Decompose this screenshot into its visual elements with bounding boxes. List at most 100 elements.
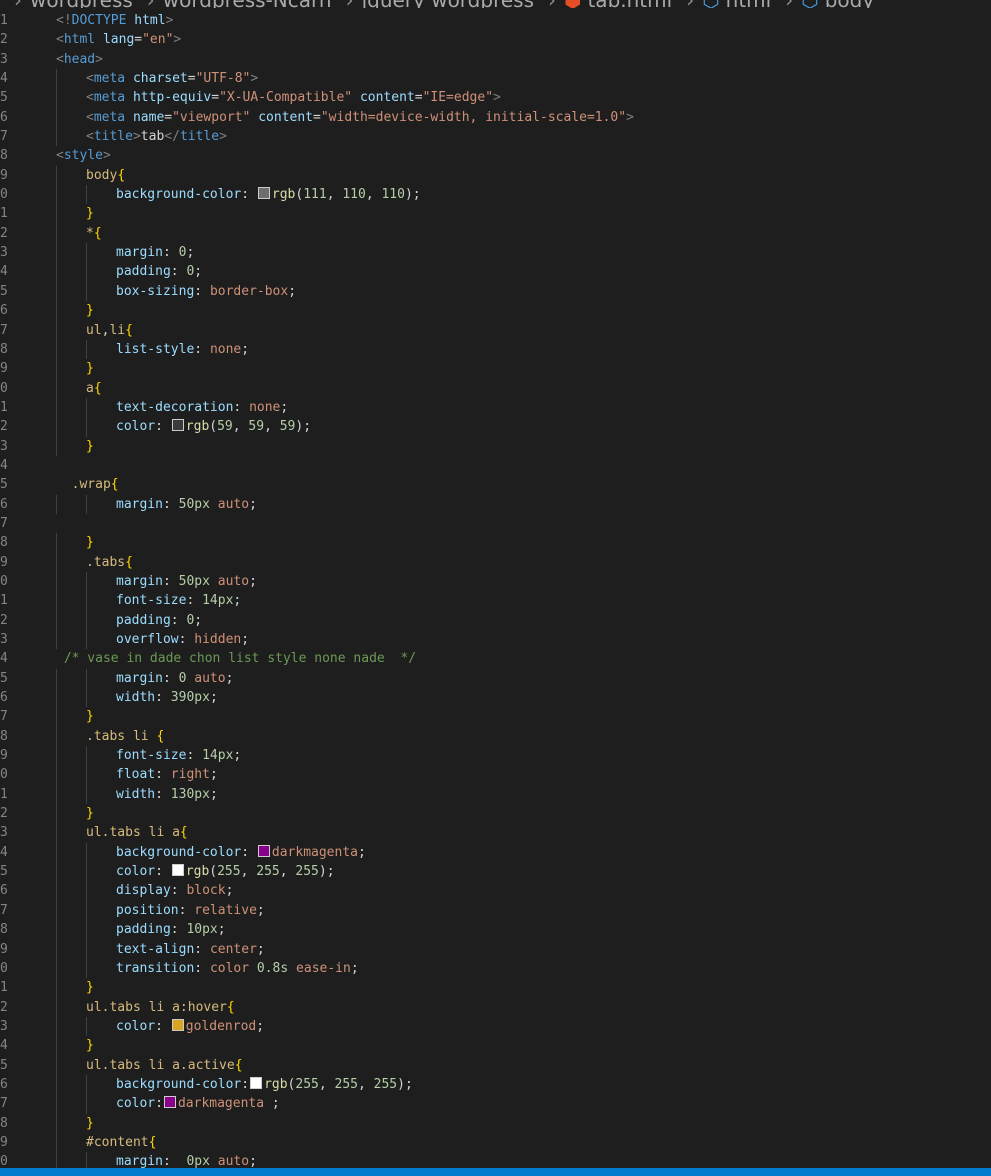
code-line[interactable]: 1 width: 130px; <box>0 784 991 805</box>
color-swatch[interactable] <box>171 419 184 432</box>
indent-guide <box>56 69 57 89</box>
code-line[interactable]: 8 padding: 10px; <box>0 920 991 940</box>
code-line[interactable]: 0 a{ <box>0 378 991 398</box>
indent-guide <box>86 1016 87 1037</box>
status-bar-item[interactable] <box>30 1168 38 1176</box>
code-line[interactable]: 3 ul.tabs li a{ <box>0 823 991 843</box>
code-line[interactable]: 2 <html lang="en"> <box>0 30 991 49</box>
code-line[interactable]: 1 font-size: 14px; <box>0 591 991 611</box>
code-line[interactable]: 5 ul.tabs li a.active{ <box>0 1055 991 1075</box>
code-line[interactable]: 5 color: rgb(255, 255, 255); <box>0 862 991 882</box>
code-line[interactable]: 9 .tabs{ <box>0 552 991 572</box>
code-line[interactable]: 5 box-sizing: border-box; <box>0 281 991 302</box>
indent-guide <box>56 494 57 514</box>
code-line[interactable]: 3 overflow: hidden; <box>0 630 991 650</box>
line-number: 6 <box>0 883 8 899</box>
code-line[interactable]: 4 background-color: darkmagenta; <box>0 842 991 863</box>
code-line[interactable]: 3 margin: 0; <box>0 243 991 263</box>
code-line[interactable]: 7 position: relative; <box>0 900 991 921</box>
code-line[interactable]: 9} <box>0 359 991 379</box>
code-line[interactable]: 2 *{ <box>0 223 991 244</box>
code-line[interactable]: 7 color: darkmagenta ; <box>0 1094 991 1114</box>
indent-guide <box>56 842 57 863</box>
code-line[interactable]: 6} <box>0 301 991 321</box>
code-token: { <box>156 728 165 744</box>
color-swatch[interactable] <box>163 1096 176 1109</box>
code-line[interactable]: 8 .tabs li { <box>0 726 991 747</box>
code-line[interactable]: 1 <!DOCTYPE html> <box>0 11 991 30</box>
breadcrumb-item[interactable]: wordpress-Ncarn <box>163 0 332 8</box>
line-number: 9 <box>0 941 8 957</box>
color-swatch[interactable] <box>257 187 270 200</box>
indent-guide <box>56 1113 57 1133</box>
code-line[interactable]: 7 <box>0 514 991 533</box>
code-line[interactable]: 3} <box>0 436 991 456</box>
code-line[interactable]: 2 ul.tabs li a:hover{ <box>0 997 991 1017</box>
code-line[interactable]: 6 <meta name="viewport" content="width=de… <box>0 107 991 128</box>
code-text: } <box>86 359 94 378</box>
color-swatch[interactable] <box>257 844 270 857</box>
indent-guide <box>86 571 87 592</box>
code-line[interactable]: 6 background-color: rgb(255, 255, 255); <box>0 1074 991 1095</box>
code-line[interactable]: 7 <title>tab</title> <box>0 127 991 147</box>
breadcrumb-item[interactable]: html <box>726 0 772 8</box>
breadcrumb-item[interactable]: jquery wordpress <box>362 0 534 8</box>
line-number: 9 <box>0 1134 8 1150</box>
code-line[interactable]: 2} <box>0 804 991 824</box>
code-line[interactable]: 0 background-color: rgb(111, 110, 110); <box>0 185 991 205</box>
code-text: color: goldenrod; <box>116 1017 264 1036</box>
code-line[interactable]: 5 <meta http-equiv="X-UA-Compatible" cont… <box>0 88 991 108</box>
code-line[interactable]: 3 <head> <box>0 50 991 69</box>
code-line[interactable]: 4 <meta charset="UTF-8"> <box>0 69 991 89</box>
code-line[interactable]: 8} <box>0 533 991 553</box>
breadcrumb-item[interactable]: wordpress <box>30 0 133 8</box>
code-line[interactable]: 1 text-decoration: none; <box>0 397 991 418</box>
code-token: : <box>155 690 171 706</box>
code-line[interactable]: 5 .wrap{ <box>0 475 991 494</box>
code-line[interactable]: 4 <box>0 456 991 475</box>
code-line[interactable]: 2 padding: 0; <box>0 610 991 630</box>
code-line[interactable]: 0 float: right; <box>0 765 991 785</box>
code-line[interactable]: 6 display: block; <box>0 881 991 901</box>
code-line[interactable]: 9 body{ <box>0 165 991 186</box>
code-text: width: 390px; <box>116 688 218 707</box>
code-line[interactable]: 7 ul,li{ <box>0 320 991 340</box>
code-line[interactable]: 0 margin: 50px auto; <box>0 571 991 592</box>
code-line[interactable]: 9 #content{ <box>0 1132 991 1153</box>
indent-guide <box>56 1055 57 1075</box>
color-swatch[interactable] <box>250 1076 263 1089</box>
code-line[interactable]: 7} <box>0 707 991 727</box>
code-token: { <box>117 167 126 183</box>
line-number: 5 <box>0 477 8 493</box>
code-line[interactable]: 8 list-style: none; <box>0 339 991 360</box>
code-line[interactable]: 6 width: 390px; <box>0 688 991 708</box>
code-token: ; <box>186 245 195 261</box>
line-number: 7 <box>0 129 8 145</box>
code-line[interactable]: 9 font-size: 14px; <box>0 746 991 766</box>
code-token: 255 <box>256 864 280 880</box>
code-token: : <box>170 922 187 938</box>
code-text: a{ <box>86 379 102 398</box>
color-swatch[interactable] <box>171 1018 184 1031</box>
code-line[interactable]: 9 text-align: center; <box>0 939 991 959</box>
code-line[interactable]: 0 transition: color 0.8s ease-in; <box>0 958 991 979</box>
code-line[interactable]: 1} <box>0 978 991 998</box>
code-line[interactable]: 5 margin: 0 auto; <box>0 668 991 689</box>
code-line[interactable]: 3 color: goldenrod; <box>0 1016 991 1037</box>
color-swatch[interactable] <box>171 864 184 877</box>
code-line[interactable]: 4 /* vase in dade chon list style none n… <box>0 649 991 668</box>
code-token: width <box>116 690 156 706</box>
code-editor[interactable]: 1 <!DOCTYPE html> 2 <html lang="en"> 3 <head>… <box>0 11 991 1172</box>
code-line[interactable]: 8} <box>0 1113 991 1133</box>
code-token: : <box>155 864 171 880</box>
indent-guide <box>56 746 57 766</box>
breadcrumb-item[interactable]: body <box>825 0 874 8</box>
code-line[interactable]: 4 padding: 0; <box>0 262 991 282</box>
code-line[interactable]: 8 <style> <box>0 146 991 165</box>
code-line[interactable]: 1} <box>0 204 991 224</box>
code-line[interactable]: 2 color: rgb(59, 59, 59); <box>0 417 991 437</box>
code-token: darkmagenta <box>271 844 358 860</box>
code-line[interactable]: 6 margin: 50px auto; <box>0 494 991 514</box>
code-line[interactable]: 4} <box>0 1036 991 1056</box>
breadcrumb-item[interactable]: tab.html <box>587 0 672 8</box>
